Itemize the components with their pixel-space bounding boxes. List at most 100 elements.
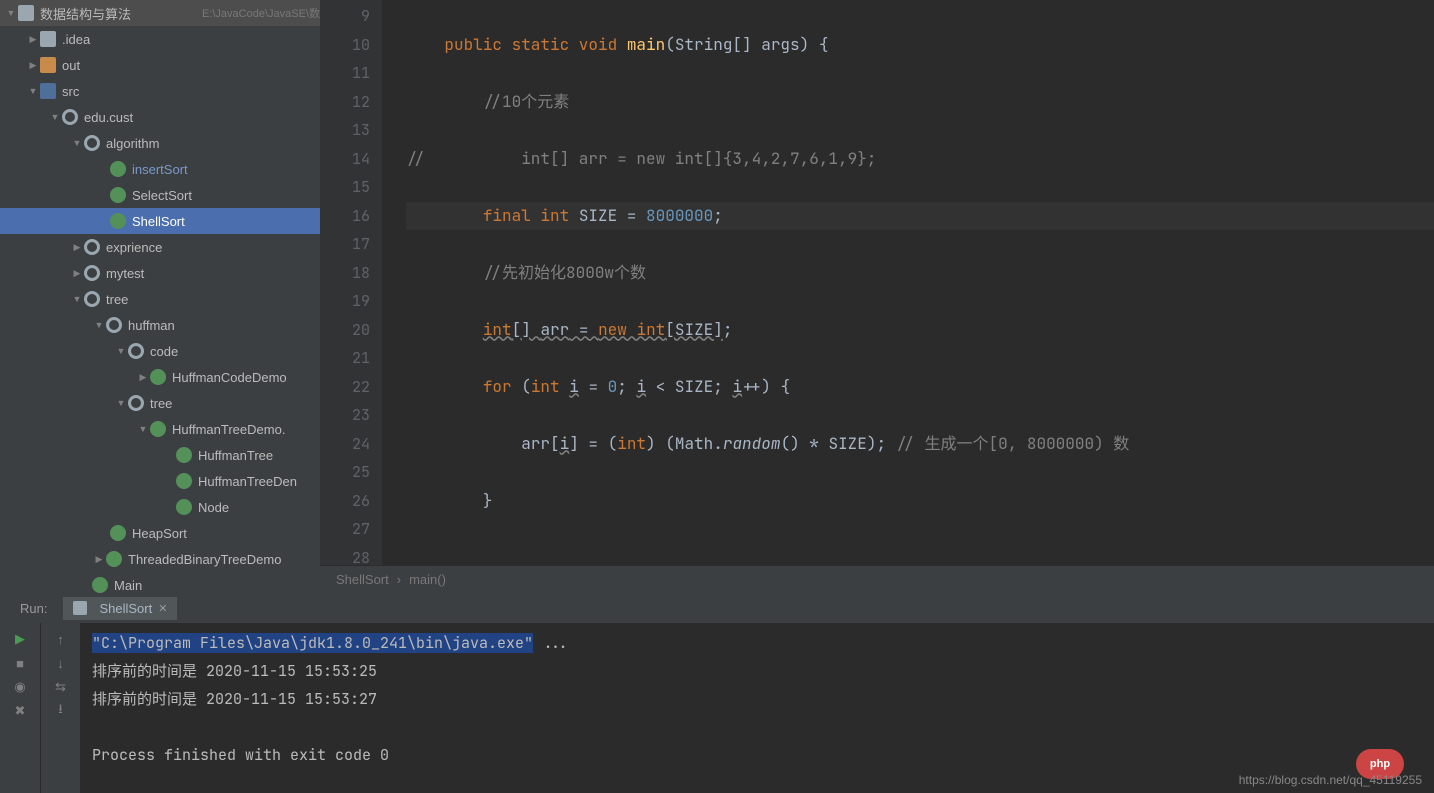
class-icon: [176, 473, 192, 489]
export-icon[interactable]: ⭳: [51, 701, 71, 721]
project-sidebar: 数据结构与算法 E:\JavaCode\JavaSE\数 .idea out s…: [0, 0, 320, 593]
chevron-down-icon[interactable]: [26, 84, 40, 98]
chevron-down-icon[interactable]: [70, 136, 84, 150]
code-line[interactable]: for (int i = 0; i < SIZE; i++) {: [406, 373, 1434, 402]
class-icon: [106, 551, 122, 567]
wrap-icon[interactable]: ⇆: [51, 677, 71, 697]
tree-item-huffman[interactable]: huffman: [0, 312, 320, 338]
code-line[interactable]: // int[] arr = new int[]{3,4,2,7,6,1,9};: [406, 145, 1434, 174]
class-icon: [150, 369, 166, 385]
breadcrumb-class[interactable]: ShellSort: [336, 572, 389, 587]
tree-item-exprience[interactable]: exprience: [0, 234, 320, 260]
tree-item-mytest[interactable]: mytest: [0, 260, 320, 286]
chevron-down-icon[interactable]: [4, 6, 18, 20]
run-tab[interactable]: ShellSort ✕: [63, 597, 177, 620]
code-area[interactable]: 9 10 11 12 13 14 15 16 17 18 19 20 21 22…: [320, 0, 1434, 565]
line-gutter: 9 10 11 12 13 14 15 16 17 18 19 20 21 22…: [320, 0, 382, 565]
down-icon[interactable]: ↓: [51, 653, 71, 673]
package-icon: [84, 265, 100, 281]
folder-icon: [40, 83, 56, 99]
chevron-down-icon[interactable]: [70, 292, 84, 306]
code-line[interactable]: }: [406, 487, 1434, 516]
chevron-right-icon[interactable]: [26, 58, 40, 72]
package-icon: [84, 239, 100, 255]
run-button[interactable]: ▶: [10, 629, 30, 649]
code-line[interactable]: int[] arr = new int[SIZE];: [406, 316, 1434, 345]
breadcrumb-method[interactable]: main(): [409, 572, 446, 587]
code-line[interactable]: public static void main(String[] args) {: [406, 31, 1434, 60]
tree-item-node[interactable]: Node: [0, 494, 320, 520]
run-toolbar-left2: ↑ ↓ ⇆ ⭳: [40, 623, 80, 793]
project-tree: 数据结构与算法 E:\JavaCode\JavaSE\数 .idea out s…: [0, 0, 320, 593]
console-line: "C:\Program Files\Java\jdk1.8.0_241\bin\…: [92, 633, 533, 653]
tree-item-selectsort[interactable]: SelectSort: [0, 182, 320, 208]
run-tab-label: ShellSort: [99, 601, 152, 616]
tree-item-heapsort[interactable]: HeapSort: [0, 520, 320, 546]
editor-pane: 9 10 11 12 13 14 15 16 17 18 19 20 21 22…: [320, 0, 1434, 593]
settings-icon[interactable]: ✖: [10, 701, 30, 721]
folder-icon: [40, 57, 56, 73]
code-line[interactable]: [406, 544, 1434, 566]
console-output[interactable]: "C:\Program Files\Java\jdk1.8.0_241\bin\…: [80, 623, 1434, 793]
chevron-down-icon[interactable]: [114, 344, 128, 358]
tree-item-huffmancodedemo[interactable]: HuffmanCodeDemo: [0, 364, 320, 390]
run-panel: Run: ShellSort ✕ ▶ ■ ◉ ✖ ↑ ↓ ⇆ ⭳ "C:\Pro…: [0, 593, 1434, 793]
tree-item-shellsort[interactable]: ShellSort: [0, 208, 320, 234]
watermark: https://blog.csdn.net/qq_45119255: [1239, 773, 1422, 787]
chevron-right-icon[interactable]: [92, 552, 106, 566]
run-label: Run:: [12, 595, 55, 622]
package-icon: [62, 109, 78, 125]
code-line[interactable]: //10个元素: [406, 88, 1434, 117]
chevron-down-icon[interactable]: [114, 396, 128, 410]
code-content[interactable]: public static void main(String[] args) {…: [382, 0, 1434, 565]
code-line[interactable]: arr[i] = (int) (Math.random() * SIZE); /…: [406, 430, 1434, 459]
tree-item-main[interactable]: Main: [0, 572, 320, 593]
tree-item-huffmantree[interactable]: HuffmanTree: [0, 442, 320, 468]
folder-icon: [18, 5, 34, 21]
tree-item-tree[interactable]: tree: [0, 286, 320, 312]
up-icon[interactable]: ↑: [51, 629, 71, 649]
chevron-right-icon[interactable]: [136, 370, 150, 384]
tree-project-root[interactable]: 数据结构与算法 E:\JavaCode\JavaSE\数: [0, 0, 320, 26]
tree-item-idea[interactable]: .idea: [0, 26, 320, 52]
class-icon: [110, 187, 126, 203]
breadcrumb[interactable]: ShellSort › main(): [320, 565, 1434, 593]
tree-item-code[interactable]: code: [0, 338, 320, 364]
console-line: 排序前的时间是 2020-11-15 15:53:27: [92, 689, 377, 709]
tree-item-edu[interactable]: edu.cust: [0, 104, 320, 130]
package-icon: [128, 343, 144, 359]
tree-item-huffmantreedemo[interactable]: HuffmanTreeDemo.: [0, 416, 320, 442]
console-line: 排序前的时间是 2020-11-15 15:53:25: [92, 661, 377, 681]
chevron-down-icon[interactable]: [92, 318, 106, 332]
chevron-right-icon[interactable]: [70, 240, 84, 254]
chevron-right-icon[interactable]: [70, 266, 84, 280]
stop-button[interactable]: ■: [10, 653, 30, 673]
ide-root: 数据结构与算法 E:\JavaCode\JavaSE\数 .idea out s…: [0, 0, 1434, 793]
code-line[interactable]: //先初始化8000w个数: [406, 259, 1434, 288]
chevron-down-icon[interactable]: [136, 422, 150, 436]
tree-item-algorithm[interactable]: algorithm: [0, 130, 320, 156]
run-toolbar-left: ▶ ■ ◉ ✖: [0, 623, 40, 793]
tree-item-treesub[interactable]: tree: [0, 390, 320, 416]
class-icon: [176, 447, 192, 463]
class-icon: [110, 525, 126, 541]
code-line-current[interactable]: final int SIZE = 8000000;: [406, 202, 1434, 231]
chevron-down-icon[interactable]: [48, 110, 62, 124]
class-icon: [176, 499, 192, 515]
console-line: Process finished with exit code 0: [92, 745, 389, 765]
tree-item-threadedbt[interactable]: ThreadedBinaryTreeDemo: [0, 546, 320, 572]
package-icon: [128, 395, 144, 411]
class-icon: [150, 421, 166, 437]
tree-item-out[interactable]: out: [0, 52, 320, 78]
project-name: 数据结构与算法: [40, 4, 196, 23]
folder-icon: [40, 31, 56, 47]
tree-item-src[interactable]: src: [0, 78, 320, 104]
close-icon[interactable]: ✕: [158, 602, 167, 615]
chevron-right-icon[interactable]: [26, 32, 40, 46]
tab-icon: [73, 601, 87, 615]
camera-icon[interactable]: ◉: [10, 677, 30, 697]
package-icon: [84, 291, 100, 307]
tree-item-huffmantreeden[interactable]: HuffmanTreeDen: [0, 468, 320, 494]
tree-item-insertsort[interactable]: insertSort: [0, 156, 320, 182]
run-header: Run: ShellSort ✕: [0, 593, 1434, 623]
